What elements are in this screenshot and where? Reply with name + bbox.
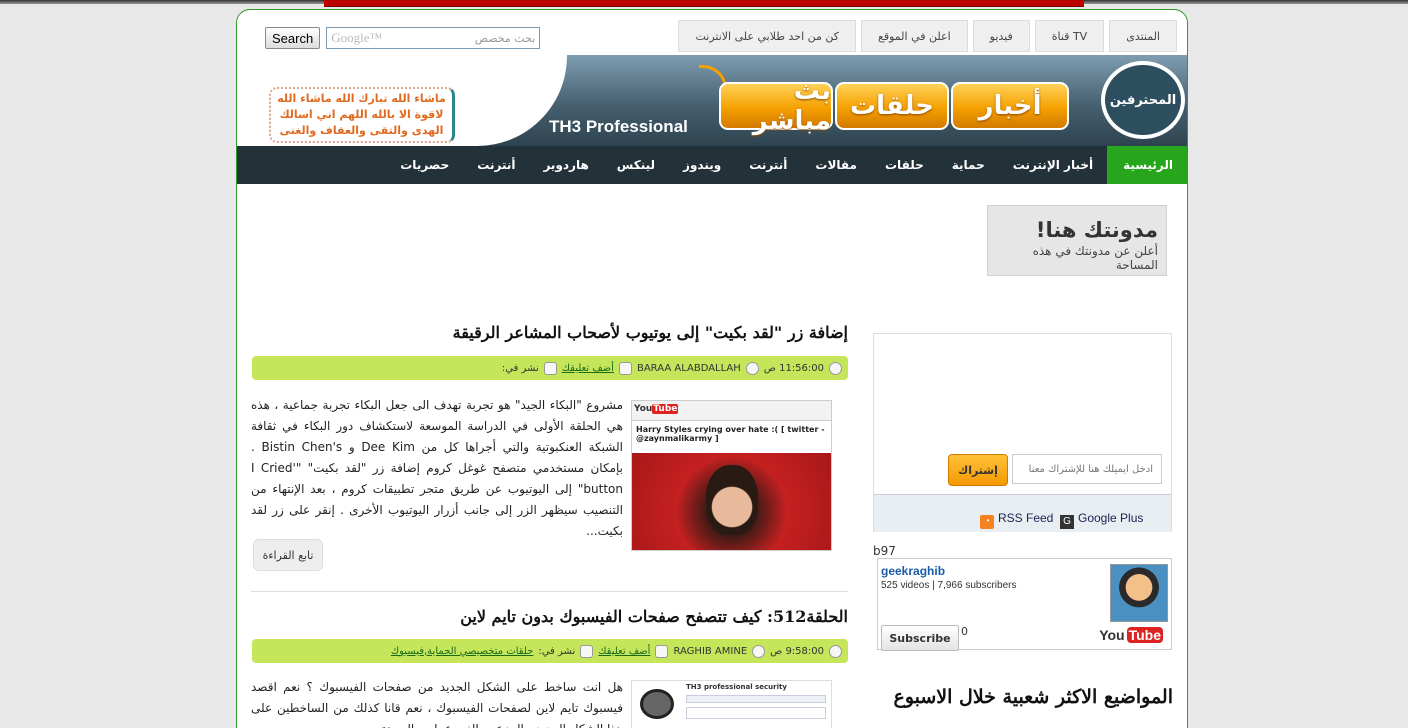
top-link-advertise[interactable]: اعلن في الموقع [861,20,968,52]
posted-in-label: نشر في: [501,362,539,374]
google-plus-icon: G [1060,515,1074,529]
nav-episodes[interactable]: حلقات [871,146,938,184]
nav-hardware[interactable]: هاردوير [529,146,602,184]
ad-subtitle: أعلن عن مدونتك في هذه المساحة [1032,244,1158,272]
folder-icon [543,361,557,375]
header-banner: ماشاء الله تبارك الله ماشاء الله لاقوة ا… [237,55,1187,146]
comment-icon [655,644,669,658]
post-title[interactable]: الحلقة512: كيف تتصفح صفحات الفيسبوك بدون… [251,607,848,626]
search-bar: Search Google™ بحث مخصص [265,27,541,49]
post-category-link[interactable]: حلقات متخصيصي الحماية,فيسبوك [391,646,533,657]
post-time: 11:56:00 ص [763,362,824,374]
post-meta: 9:58:00 ص RAGHIB AMINE أضف تعليقك نشر في… [252,639,848,663]
episodes-button[interactable]: حلقات [835,82,949,130]
nav-linux[interactable]: لينكس [603,146,669,184]
nav-windows[interactable]: ويندوز [669,146,735,184]
youtube-channel-stats: 525 videos | 7,966 subscribers [881,580,1017,591]
thumb-page-title: TH3 professional security [686,683,787,691]
youtube-avatar[interactable] [1110,564,1168,622]
post-time: 9:58:00 ص [770,645,824,657]
youtube-widget: geekraghib 525 videos | 7,966 subscriber… [877,558,1172,651]
subscribe-email-input[interactable]: ادخل ايميلك هنا للإشتراك معنا [1012,454,1162,484]
thumb-youtube-logo: YouTube [634,404,679,414]
post-author[interactable]: BARAA ALABDALLAH [637,363,741,374]
search-button[interactable]: Search [265,27,321,49]
nav-home[interactable]: الرئيسية [1107,146,1187,184]
news-button[interactable]: أخبار [951,82,1069,130]
google-plus-label: Google Plus [1078,511,1144,525]
thumb-tabs-row [686,695,826,703]
thumb-face [706,465,758,535]
post-excerpt: مشروع "البكاء الجيد" هو تجربة تهدف الى ج… [251,398,623,538]
live-button[interactable]: بث مباشر [719,76,833,136]
post-author[interactable]: RAGHIB AMINE [673,646,747,657]
feed-links: G Google Plus ◔ RSS Feed [874,494,1171,532]
folder-icon [580,644,594,658]
subscribe-button[interactable]: إشتراك [948,454,1008,486]
post-thumbnail[interactable]: YouTube Harry Styles crying over hate :(… [631,400,832,551]
nav-articles[interactable]: مقالات [801,146,871,184]
top-link-forum[interactable]: المنتدى [1109,20,1177,52]
b97-label: b97 [873,544,896,558]
rss-label: RSS Feed [998,511,1054,525]
nav-internet-2[interactable]: أنترنت [463,146,529,184]
nav-internet[interactable]: أنترنت [735,146,801,184]
search-input[interactable]: Google™ بحث مخصص [326,27,541,49]
ad-title: مدونتك هنا! [1035,218,1158,242]
rss-icon: ◔ [980,515,994,529]
clock-icon [829,644,842,658]
post-meta: 11:56:00 ص BARAA ALABDALLAH أضف تعليقك ن… [252,356,848,380]
rss-link[interactable]: ◔ RSS Feed [980,511,1053,529]
nav-security[interactable]: حماية [938,146,999,184]
thumb-video-title: Harry Styles crying over hate :( [ twitt… [632,421,831,453]
add-comment-link[interactable]: أضف تعليقك [598,646,650,657]
site-logo[interactable]: المحترفين [1101,61,1185,139]
post-excerpt: هل انت ساخط على الشكل الجديد من صفحات ال… [251,680,623,728]
popular-posts-title: المواضيع الاكثر شعبية خلال الاسبوع [893,686,1173,708]
user-icon [752,644,766,658]
nav-internet-news[interactable]: أخبار الإنترنت [999,146,1107,184]
brand-name: TH3 Professional [549,117,688,136]
search-placeholder: بحث مخصص [474,31,536,45]
top-red-strip [324,0,1084,7]
top-link-video[interactable]: فيديو [972,20,1030,52]
subscribe-widget: ادخل ايميلك هنا للإشتراك معنا إشتراك G Go… [873,333,1172,532]
top-link-student[interactable]: كن من احد طلابي على الانترنت [678,20,857,52]
post-title[interactable]: إضافة زر "لقد بكيت" إلى يوتيوب لأصحاب ال… [251,323,848,342]
blog-ad-box[interactable]: مدونتك هنا! أعلن عن مدونتك في هذه المساح… [987,205,1167,276]
user-icon [745,361,759,375]
posted-in-label: نشر في: [538,645,576,657]
clock-icon [829,361,842,375]
thumb-logo-icon [640,689,674,719]
top-link-tv[interactable]: قناة TV [1034,20,1105,52]
page-container: المنتدى قناة TV فيديو اعلن في الموقع كن … [236,9,1188,728]
post-thumbnail[interactable]: TH3 professional security [631,680,832,728]
thumb-video-frame [632,453,831,550]
youtube-subscribe-count: 0 [961,625,968,638]
add-comment-link[interactable]: أضف تعليقك [562,363,614,374]
youtube-subscribe-button[interactable]: Subscribe [881,625,959,651]
youtube-logo-you: You [1099,627,1125,643]
google-plus-link[interactable]: G Google Plus [1060,511,1143,529]
youtube-logo: You Tube [1097,627,1163,643]
main-nav: الرئيسية أخبار الإنترنت حماية حلقات مقال… [237,146,1187,184]
youtube-channel-name[interactable]: geekraghib [881,564,945,578]
nav-exclusives[interactable]: حصريات [386,146,463,184]
thumb-status-row [686,707,826,719]
top-links: المنتدى قناة TV فيديو اعلن في الموقع كن … [678,20,1177,52]
read-more-button[interactable]: تابع القراءة [253,539,323,571]
youtube-logo-tube: Tube [1126,627,1163,643]
google-label: Google™ [331,30,383,45]
comment-icon [618,361,632,375]
post-divider [251,591,848,592]
slogan-box: ماشاء الله تبارك الله ماشاء الله لاقوة ا… [269,87,455,143]
